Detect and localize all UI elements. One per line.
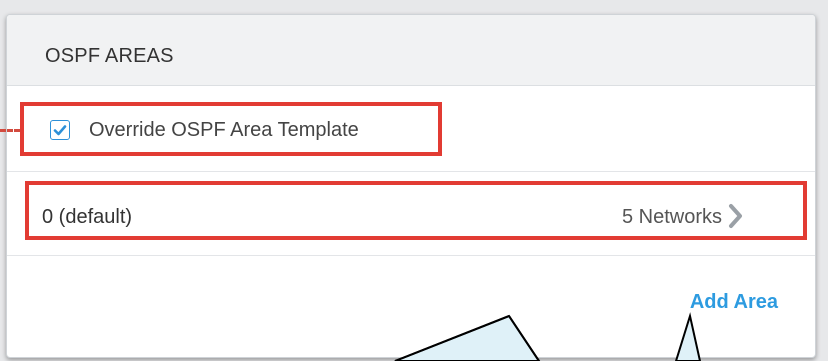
highlight-box-override <box>20 102 442 156</box>
highlight-box-area-row <box>25 181 807 240</box>
callout-leader-line <box>0 129 20 132</box>
panel-header: OSPF AREAS <box>7 15 815 86</box>
panel-title: OSPF AREAS <box>45 45 174 67</box>
add-area-link[interactable]: Add Area <box>690 291 778 314</box>
